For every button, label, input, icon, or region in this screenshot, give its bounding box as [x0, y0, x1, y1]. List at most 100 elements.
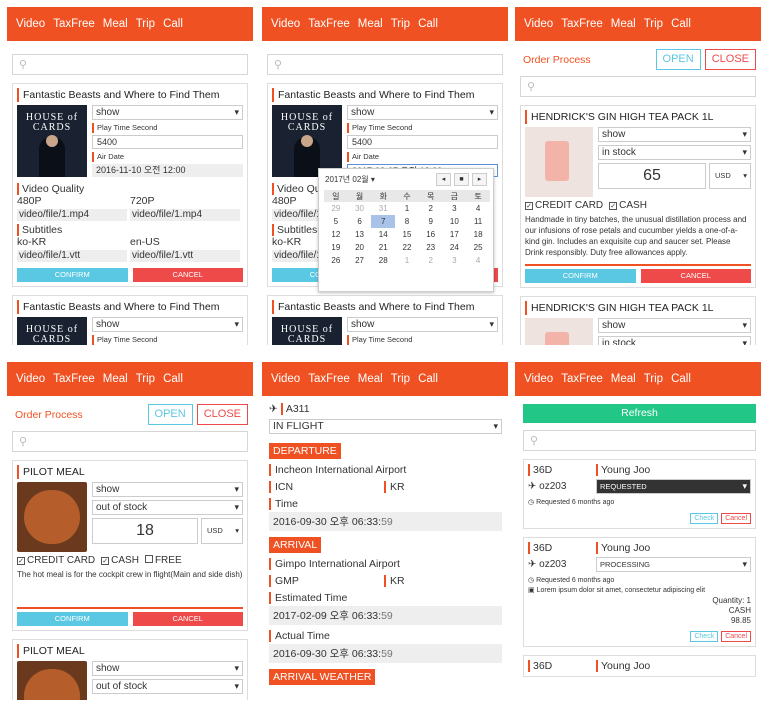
nav-video[interactable]: Video: [16, 373, 45, 385]
nav-meal[interactable]: Meal: [611, 18, 636, 30]
calendar-day[interactable]: 2: [419, 254, 443, 267]
cash-checkbox[interactable]: ✓ CASH: [101, 555, 139, 566]
display-select[interactable]: show: [347, 105, 498, 120]
subtitle-1-path[interactable]: video/file/1.vtt: [17, 250, 127, 262]
close-button[interactable]: CLOSE: [704, 49, 756, 70]
nav-call[interactable]: Call: [163, 373, 183, 385]
calendar-day[interactable]: 31: [371, 202, 395, 215]
cancel-button[interactable]: Cancel: [721, 631, 751, 642]
free-checkbox[interactable]: FREE: [144, 555, 182, 566]
actual-time[interactable]: 2016-09-30 오후 06:33:59: [269, 644, 502, 663]
calendar-day[interactable]: 27: [348, 254, 372, 267]
calendar-day[interactable]: 24: [443, 241, 467, 254]
nav-trip[interactable]: Trip: [644, 18, 663, 30]
calendar-day[interactable]: 6: [348, 215, 372, 228]
nav-taxfree[interactable]: TaxFree: [53, 373, 95, 385]
play-time-input[interactable]: 5400: [92, 135, 243, 149]
refresh-button[interactable]: Refresh: [523, 404, 756, 423]
search-input[interactable]: ⚲: [520, 76, 756, 97]
next-month-button[interactable]: ▸: [472, 173, 487, 186]
today-button[interactable]: ■: [454, 173, 469, 186]
calendar-day[interactable]: 10: [443, 215, 467, 228]
calendar-day[interactable]: 25: [466, 241, 490, 254]
display-select-2[interactable]: show: [92, 317, 243, 332]
confirm-button[interactable]: CONFIRM: [17, 612, 128, 626]
display-select[interactable]: show: [598, 127, 751, 142]
calendar-day[interactable]: 29: [324, 202, 348, 215]
nav-trip[interactable]: Trip: [136, 373, 155, 385]
calendar-day[interactable]: 11: [466, 215, 490, 228]
stock-select[interactable]: out of stock: [92, 500, 243, 515]
calendar-day[interactable]: 15: [395, 228, 419, 241]
calendar-day[interactable]: 8: [395, 215, 419, 228]
month-select[interactable]: 2017년 02월 ▾: [325, 174, 375, 185]
calendar-day[interactable]: 22: [395, 241, 419, 254]
nav-video[interactable]: Video: [16, 18, 45, 30]
nav-video[interactable]: Video: [271, 373, 300, 385]
cancel-button[interactable]: CANCEL: [132, 268, 243, 282]
calendar-day[interactable]: 4: [466, 202, 490, 215]
calendar-day[interactable]: 1: [395, 202, 419, 215]
nav-meal[interactable]: Meal: [358, 373, 383, 385]
nav-call[interactable]: Call: [418, 18, 438, 30]
calendar-day[interactable]: 21: [371, 241, 395, 254]
nav-taxfree[interactable]: TaxFree: [308, 373, 350, 385]
calendar-day[interactable]: 4: [466, 254, 490, 267]
nav-call[interactable]: Call: [671, 373, 691, 385]
nav-video[interactable]: Video: [524, 373, 553, 385]
nav-taxfree[interactable]: TaxFree: [561, 373, 603, 385]
stock-select[interactable]: in stock: [598, 145, 751, 160]
calendar-day[interactable]: 14: [371, 228, 395, 241]
calendar-day[interactable]: 30: [348, 202, 372, 215]
display-select[interactable]: show: [92, 482, 243, 497]
cancel-button[interactable]: Cancel: [721, 513, 751, 524]
cancel-button[interactable]: CANCEL: [132, 612, 243, 626]
search-input[interactable]: ⚲: [267, 54, 503, 75]
calendar-day[interactable]: 28: [371, 254, 395, 267]
display-select-2[interactable]: show: [598, 318, 751, 333]
calendar-day[interactable]: 17: [443, 228, 467, 241]
calendar-day[interactable]: 16: [419, 228, 443, 241]
calendar-day[interactable]: 3: [443, 254, 467, 267]
nav-call[interactable]: Call: [163, 18, 183, 30]
display-select-2[interactable]: show: [92, 661, 243, 676]
calendar-day[interactable]: 7: [371, 215, 396, 228]
flight-status-select[interactable]: IN FLIGHT: [269, 419, 502, 434]
confirm-button[interactable]: CONFIRM: [17, 268, 128, 282]
nav-call[interactable]: Call: [671, 18, 691, 30]
nav-video[interactable]: Video: [524, 18, 553, 30]
nav-meal[interactable]: Meal: [611, 373, 636, 385]
display-select[interactable]: show: [92, 105, 243, 120]
nav-video[interactable]: Video: [271, 18, 300, 30]
credit-card-checkbox[interactable]: ✓ CREDIT CARD: [17, 555, 95, 566]
status-select[interactable]: REQUESTED: [596, 479, 751, 494]
close-button[interactable]: CLOSE: [196, 404, 248, 425]
calendar-day[interactable]: 3: [443, 202, 467, 215]
stock-select-2[interactable]: out of stock: [92, 679, 243, 694]
quality-2-path[interactable]: video/file/1.mp4: [130, 209, 240, 221]
quality-1-path[interactable]: video/file/1.mp4: [17, 209, 127, 221]
nav-meal[interactable]: Meal: [103, 18, 128, 30]
search-input[interactable]: ⚲: [523, 430, 756, 451]
status-select[interactable]: PROCESSING: [596, 557, 751, 572]
check-button[interactable]: Check: [690, 631, 719, 642]
departure-time[interactable]: 2016-09-30 오후 06:33:59: [269, 512, 502, 531]
subtitle-2-path[interactable]: video/file/1.vtt: [130, 250, 240, 262]
calendar-day[interactable]: 5: [324, 215, 348, 228]
calendar-day[interactable]: 20: [348, 241, 372, 254]
nav-taxfree[interactable]: TaxFree: [308, 18, 350, 30]
stock-select-2[interactable]: in stock: [598, 336, 751, 345]
prev-month-button[interactable]: ◂: [436, 173, 451, 186]
calendar-day[interactable]: 12: [324, 228, 348, 241]
check-button[interactable]: Check: [690, 513, 719, 524]
nav-taxfree[interactable]: TaxFree: [561, 18, 603, 30]
search-input[interactable]: ⚲: [12, 54, 248, 75]
price-input[interactable]: 65: [598, 163, 706, 189]
cancel-button[interactable]: CANCEL: [640, 269, 751, 283]
calendar-day[interactable]: 26: [324, 254, 348, 267]
calendar-day[interactable]: 23: [419, 241, 443, 254]
cash-checkbox[interactable]: ✓ CASH: [609, 200, 647, 211]
nav-trip[interactable]: Trip: [644, 373, 663, 385]
nav-taxfree[interactable]: TaxFree: [53, 18, 95, 30]
calendar-day[interactable]: 9: [419, 215, 443, 228]
